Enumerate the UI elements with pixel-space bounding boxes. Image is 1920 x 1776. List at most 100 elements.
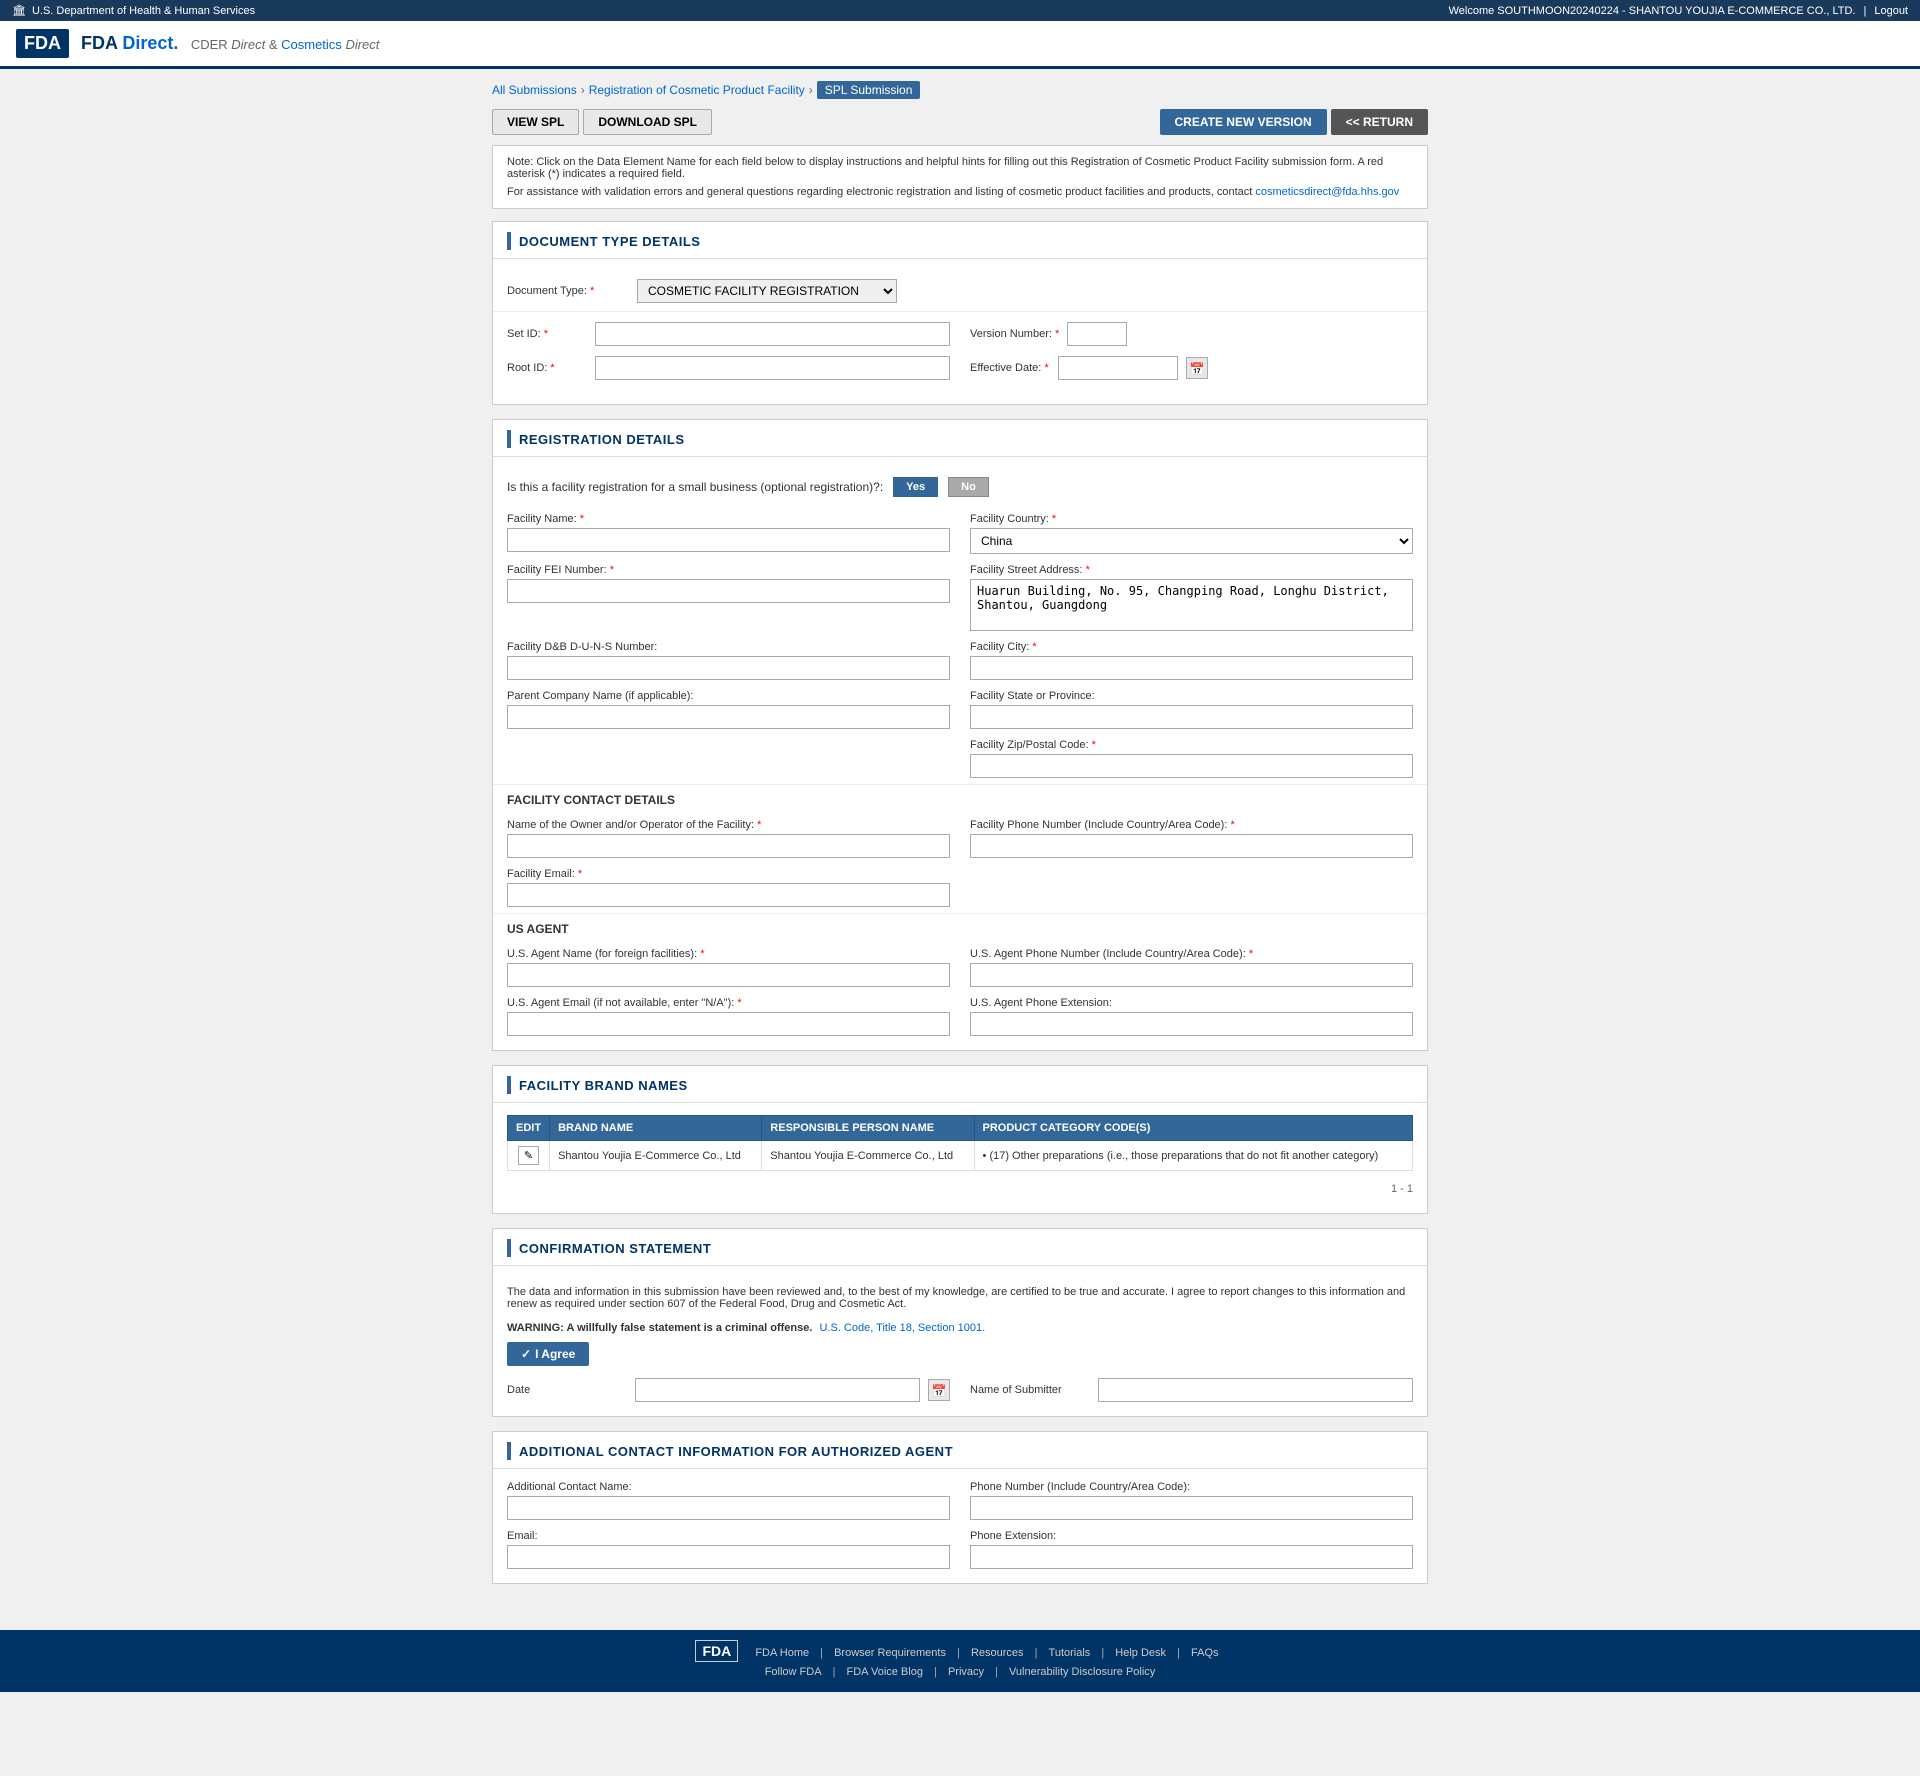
footer-link[interactable]: Resources: [971, 1647, 1024, 1659]
breadcrumb: All Submissions › Registration of Cosmet…: [492, 81, 1428, 99]
parent-company-label: Parent Company Name (if applicable):: [507, 690, 950, 702]
date-field: Date 01-10-2024 📅: [507, 1378, 950, 1402]
hhs-flag-icon: 🏛: [12, 4, 26, 17]
facility-name-label: Facility Name: *: [507, 513, 950, 525]
add-phone-ext-label: Phone Extension:: [970, 1530, 1413, 1542]
registration-details-header: REGISTRATION DETAILS: [493, 420, 1427, 457]
date-label: Date: [507, 1384, 627, 1396]
logout-link[interactable]: Logout: [1874, 5, 1908, 17]
agent-email-input[interactable]: info@rep-america.net: [507, 1012, 950, 1036]
facility-brand-names-section: FACILITY BRAND NAMES EDIT BRAND NAME RES…: [492, 1065, 1428, 1214]
responsible-person-cell: Shantou Youjia E-Commerce Co., Ltd: [762, 1141, 974, 1171]
date-calendar-icon[interactable]: 📅: [928, 1379, 950, 1401]
facility-country-group: Facility Country: * China: [970, 513, 1413, 554]
owner-name-input[interactable]: Shantou Youjia ECommerce Co Ltd: [507, 834, 950, 858]
ids-row: Set ID: * 0e8fc3b1-2e7c-ac30-e063-6394a9…: [493, 322, 1427, 390]
breadcrumb-all-submissions[interactable]: All Submissions: [492, 83, 577, 97]
breadcrumb-spl-submission[interactable]: SPL Submission: [817, 81, 921, 99]
version-field: Version Number: * 1: [970, 322, 1413, 346]
note-main: Note: Click on the Data Element Name for…: [507, 156, 1413, 180]
footer-link[interactable]: Tutorials: [1049, 1647, 1091, 1659]
document-type-section: DOCUMENT TYPE DETAILS Document Type: * C…: [492, 221, 1428, 405]
facility-state-input[interactable]: guangdong: [970, 705, 1413, 729]
facility-street-input[interactable]: Huarun Building, No. 95, Changping Road,…: [970, 579, 1413, 631]
agent-phone-ext-input[interactable]: [970, 1012, 1413, 1036]
footer-link[interactable]: Privacy: [948, 1666, 984, 1678]
edit-row-button[interactable]: ✎: [518, 1146, 539, 1165]
facility-country-label: Facility Country: *: [970, 513, 1413, 525]
root-id-input[interactable]: 0e8fd624-fbde-c134-e063-6294a90a01e2: [595, 356, 950, 380]
doc-type-select[interactable]: COSMETIC FACILITY REGISTRATION: [637, 279, 897, 303]
facility-phone-input[interactable]: 86-133-4274-5877: [970, 834, 1413, 858]
effective-date-input[interactable]: 01-09-2024: [1058, 356, 1178, 380]
footer-link[interactable]: Help Desk: [1115, 1647, 1166, 1659]
facility-fei-input[interactable]: 3029934799: [507, 579, 950, 603]
footer-link[interactable]: FDA Voice Blog: [847, 1666, 923, 1678]
table-row: ✎ Shantou Youjia E-Commerce Co., Ltd Sha…: [508, 1141, 1413, 1171]
footer-link[interactable]: FAQs: [1191, 1647, 1219, 1659]
doc-type-row: Document Type: * COSMETIC FACILITY REGIS…: [493, 271, 1427, 312]
submitter-input[interactable]: Shantou Youjia E-Commerce Co., Ltd.: [1098, 1378, 1413, 1402]
small-biz-yes-button[interactable]: Yes: [893, 477, 938, 497]
i-agree-button[interactable]: ✓ I Agree: [507, 1342, 589, 1366]
facility-phone-group: Facility Phone Number (Include Country/A…: [970, 819, 1413, 858]
effective-date-calendar-icon[interactable]: 📅: [1186, 357, 1208, 379]
agent-name-input[interactable]: REP America LLC: [507, 963, 950, 987]
effective-date-field: Effective Date: * 01-09-2024 📅: [970, 356, 1413, 380]
facility-phone-label: Facility Phone Number (Include Country/A…: [970, 819, 1413, 831]
confirmation-warning: WARNING: A willfully false statement is …: [493, 1318, 1427, 1342]
facility-state-group: Facility State or Province: guangdong: [970, 690, 1413, 729]
add-phone-ext-input[interactable]: [970, 1545, 1413, 1569]
footer-link[interactable]: Vulnerability Disclosure Policy: [1009, 1666, 1155, 1678]
note-email-link[interactable]: cosmeticsdirect@fda.hhs.gov: [1255, 186, 1399, 198]
add-phone-input[interactable]: [970, 1496, 1413, 1520]
facility-street-label: Facility Street Address: *: [970, 564, 1413, 576]
footer-link[interactable]: Follow FDA: [765, 1666, 822, 1678]
return-button[interactable]: << RETURN: [1331, 109, 1428, 135]
date-input[interactable]: 01-10-2024: [635, 1378, 920, 1402]
facility-zip-input[interactable]: 515041: [970, 754, 1413, 778]
col-responsible-person: RESPONSIBLE PERSON NAME: [762, 1116, 974, 1141]
add-email-input[interactable]: [507, 1545, 950, 1569]
facility-dnb-input[interactable]: [507, 656, 950, 680]
small-biz-no-button[interactable]: No: [948, 477, 989, 497]
facility-fei-group: Facility FEI Number: * 3029934799: [507, 564, 950, 631]
brand-names-thead: EDIT BRAND NAME RESPONSIBLE PERSON NAME …: [508, 1116, 1413, 1141]
criminal-offense-link[interactable]: U.S. Code, Title 18, Section 1001.: [819, 1322, 985, 1334]
facility-email-input[interactable]: zhengyingdai@gmail.com: [507, 883, 950, 907]
breadcrumb-registration[interactable]: Registration of Cosmetic Product Facilit…: [589, 83, 805, 97]
download-spl-button[interactable]: DOWNLOAD SPL: [583, 109, 712, 135]
section-bar-4: [507, 1239, 511, 1257]
facility-country-select[interactable]: China: [970, 528, 1413, 554]
view-spl-button[interactable]: VIEW SPL: [492, 109, 579, 135]
footer-row-1: FDA FDA Home | Browser Requirements | Re…: [10, 1640, 1910, 1662]
gov-bar: 🏛 U.S. Department of Health & Human Serv…: [0, 0, 1920, 21]
add-phone-ext-group: Phone Extension:: [970, 1530, 1413, 1569]
agent-phone-input[interactable]: 1-719-201-3314: [970, 963, 1413, 987]
add-contact-name-input[interactable]: [507, 1496, 950, 1520]
set-id-input[interactable]: 0e8fc3b1-2e7c-ac30-e063-6394a90ad8cb: [595, 322, 950, 346]
note-box: Note: Click on the Data Element Name for…: [492, 145, 1428, 209]
toolbar: VIEW SPL DOWNLOAD SPL CREATE NEW VERSION…: [492, 109, 1428, 135]
section-bar: [507, 232, 511, 250]
parent-company-input[interactable]: [507, 705, 950, 729]
footer: FDA FDA Home | Browser Requirements | Re…: [0, 1630, 1920, 1692]
note-assistance: For assistance with validation errors an…: [507, 186, 1413, 198]
create-new-version-button[interactable]: CREATE NEW VERSION: [1160, 109, 1327, 135]
facility-brand-names-header: FACILITY BRAND NAMES: [493, 1066, 1427, 1103]
owner-name-label: Name of the Owner and/or Operator of the…: [507, 819, 950, 831]
facility-name-input[interactable]: Shantou Youjia ECommerce Co Ltd: [507, 528, 950, 552]
fda-header: FDA FDA Direct. CDER Direct & Cosmetics …: [0, 21, 1920, 69]
facility-email-group: Facility Email: * zhengyingdai@gmail.com: [507, 868, 950, 907]
footer-link[interactable]: FDA Home: [755, 1647, 809, 1659]
add-contact-name-group: Additional Contact Name:: [507, 1481, 950, 1520]
confirmation-section: CONFIRMATION STATEMENT The data and info…: [492, 1228, 1428, 1417]
facility-name-group: Facility Name: * Shantou Youjia ECommerc…: [507, 513, 950, 554]
facility-contact-subtitle: FACILITY CONTACT DETAILS: [493, 784, 1427, 811]
version-input[interactable]: 1: [1067, 322, 1127, 346]
table-count: 1 - 1: [493, 1179, 1427, 1199]
footer-link[interactable]: Browser Requirements: [834, 1647, 946, 1659]
facility-city-input[interactable]: shantou: [970, 656, 1413, 680]
facility-brand-names-title: FACILITY BRAND NAMES: [519, 1078, 688, 1093]
set-id-field: Set ID: * 0e8fc3b1-2e7c-ac30-e063-6394a9…: [507, 322, 950, 346]
